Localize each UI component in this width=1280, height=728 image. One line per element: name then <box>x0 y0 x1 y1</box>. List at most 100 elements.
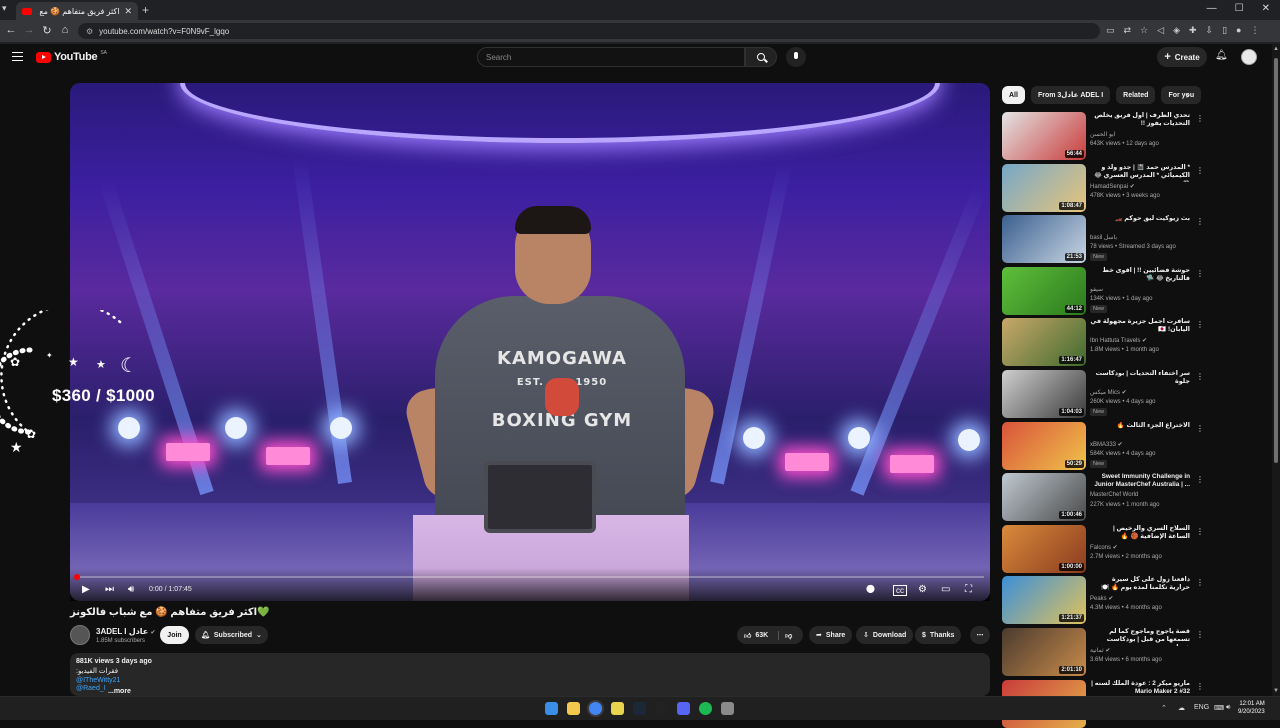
steam-icon[interactable] <box>633 702 646 715</box>
recommendation-channel[interactable]: MasterChef World <box>1090 492 1138 498</box>
notes-icon[interactable] <box>611 702 624 715</box>
more-options-icon[interactable]: ⋮ <box>1196 682 1204 691</box>
settings-gear-icon[interactable]: ⚙ <box>918 584 927 595</box>
more-options-icon[interactable]: ⋮ <box>1196 527 1204 536</box>
chip-from-channel[interactable]: From 3عادل ADEL I <box>1030 86 1111 104</box>
recommendation-channel[interactable]: Falcons ✔ <box>1090 544 1118 551</box>
recommendation-title[interactable]: سافرت أجمل جزيرة مجهولة في اليابان! 🇯🇵 <box>1090 318 1190 334</box>
recommendation-title[interactable]: * المدرس حمد 📓 | جدو ولد و الكيميائي * ا… <box>1090 164 1190 182</box>
more-options-icon[interactable]: ⋮ <box>1196 475 1204 484</box>
account-avatar[interactable] <box>1241 49 1257 65</box>
github-icon[interactable] <box>655 702 668 715</box>
cast-icon[interactable]: ▭ <box>1106 25 1115 36</box>
show-more-link[interactable]: ...more <box>108 688 131 695</box>
video-thumbnail[interactable]: 44:12 <box>1002 266 1086 315</box>
more-options-icon[interactable]: ⋮ <box>1196 578 1204 587</box>
recommendation-item[interactable]: 1:00:00 السلاح السري والرخيص | الساعة الإ… <box>1002 524 1272 573</box>
translate-icon[interactable]: ⇄ <box>1124 25 1132 36</box>
search-input[interactable]: Search <box>477 47 745 67</box>
recommendation-item[interactable]: 50:29 الاختراع الجزء الثالث 🔥 xBMA333 ✔ 584… <box>1002 421 1272 470</box>
more-actions-button[interactable]: ⋯ <box>970 626 990 644</box>
tab-close-icon[interactable]: ✕ <box>124 6 132 17</box>
recommendation-title[interactable]: تحدي الظرف | اول فريق يخلص التحديات يفوز… <box>1090 112 1190 128</box>
recommendation-title[interactable]: دافعنا زول على كل سيرة حرارية تكلمنا لمد… <box>1090 576 1190 592</box>
more-options-icon[interactable]: ⋮ <box>1196 320 1204 329</box>
recommendation-item[interactable]: 56:44 تحدي الظرف | اول فريق يخلص التحديات… <box>1002 112 1272 160</box>
recommendation-channel[interactable]: ثمانية ✔ <box>1090 647 1110 654</box>
recommendation-item[interactable]: 1:16:47 سافرت أجمل جزيرة مجهولة في اليابا… <box>1002 318 1272 367</box>
progress-bar[interactable] <box>74 574 984 580</box>
tab-search-icon[interactable]: ▾ <box>2 3 14 15</box>
more-options-icon[interactable]: ⋮ <box>1196 630 1204 639</box>
recommendation-channel[interactable]: basil باسل <box>1090 234 1117 241</box>
split-icon[interactable]: ▯ <box>1222 25 1227 36</box>
close-window-button[interactable]: ✕ <box>1262 3 1270 14</box>
search-button[interactable] <box>745 47 777 67</box>
notifications-bell-icon[interactable]: 🔔︎ <box>1215 50 1228 61</box>
video-thumbnail[interactable]: 50:29 <box>1002 421 1086 470</box>
video-thumbnail[interactable]: 1:04:03 <box>1002 370 1086 418</box>
more-options-icon[interactable]: ⋮ <box>1196 269 1204 278</box>
channel-avatar[interactable] <box>70 625 90 645</box>
join-button[interactable]: Join <box>160 626 189 644</box>
theater-mode-icon[interactable]: ▭ <box>941 584 950 595</box>
recommendation-title[interactable]: حوشة فضائيين !! | اقوى خط فالتاريخ 😂 🛸 <box>1090 267 1190 283</box>
recommendation-title[interactable]: سر اختفاء التحديات | بودكاست جلوة <box>1090 370 1190 386</box>
video-thumbnail[interactable]: 56:44 <box>1002 112 1086 160</box>
system-clock[interactable]: 12:01 AM 9/20/2023 <box>1238 700 1265 716</box>
play-icon[interactable]: ▶ <box>82 584 90 595</box>
recommendation-channel[interactable]: xBMA333 ✔ <box>1090 441 1123 448</box>
recommendation-item[interactable]: 2:01:10 قصة ياجوج وماجوج كما لم تسمعها من… <box>1002 628 1272 676</box>
more-options-icon[interactable]: ⋮ <box>1196 166 1204 175</box>
youtube-logo[interactable]: YouTube SA <box>36 50 107 63</box>
video-thumbnail[interactable]: 1:08:47 <box>1002 163 1086 212</box>
chip-for-you[interactable]: For you <box>1161 86 1202 104</box>
mute-icon[interactable]: ◁ <box>1157 25 1164 36</box>
more-options-icon[interactable]: ⋮ <box>1196 372 1204 381</box>
video-thumbnail[interactable]: 1:16:47 <box>1002 318 1086 367</box>
recommendation-channel[interactable]: ابو الحسن <box>1090 131 1115 138</box>
menu-icon[interactable] <box>12 52 23 61</box>
voice-search-icon[interactable] <box>786 47 806 67</box>
page-scrollbar[interactable]: ▲ ▼ <box>1272 44 1280 696</box>
video-thumbnail[interactable]: 21:53 <box>1002 215 1086 264</box>
scroll-down-icon[interactable]: ▼ <box>1273 688 1279 694</box>
scrollbar-thumb[interactable] <box>1274 58 1278 463</box>
tray-expand-icon[interactable]: ⌃ <box>1161 704 1167 712</box>
puzzle-icon[interactable]: ✚ <box>1189 25 1197 36</box>
site-info-icon[interactable]: ⚙ <box>86 27 93 36</box>
spotify-icon[interactable] <box>699 702 712 715</box>
home-icon[interactable]: ⌂ <box>58 24 72 36</box>
download-button[interactable]: ⇩ Download <box>856 626 914 644</box>
maximize-button[interactable]: ☐ <box>1235 3 1244 14</box>
discord-icon[interactable] <box>677 702 690 715</box>
chip-related[interactable]: Related <box>1116 86 1156 104</box>
channel-name[interactable]: 3ADEL I عادل ✔ <box>96 627 156 636</box>
file-explorer-icon[interactable] <box>567 702 580 715</box>
settings-icon[interactable] <box>721 702 734 715</box>
video-thumbnail[interactable]: 1:21:37 <box>1002 576 1086 625</box>
share-button[interactable]: ➦ Share <box>809 626 853 644</box>
more-options-icon[interactable]: ⋮ <box>1196 217 1204 226</box>
description-link[interactable]: @Raed_I <box>76 685 984 692</box>
recommendation-channel[interactable]: ميكس Mics ✔ <box>1090 389 1127 396</box>
browser-menu-icon[interactable]: ⋮ <box>1250 25 1259 36</box>
cloud-icon[interactable]: ☁ <box>1178 704 1185 712</box>
more-options-icon[interactable]: ⋮ <box>1196 424 1204 433</box>
recommendation-title[interactable]: Sweet Immunity Challenge in Junior Maste… <box>1090 473 1190 489</box>
network-icon[interactable]: ⌨ <box>1214 704 1224 712</box>
recommendation-item[interactable]: 1:08:47 * المدرس حمد 📓 | جدو ولد و الكيمي… <box>1002 163 1272 212</box>
back-arrow-icon[interactable]: ← <box>4 24 18 36</box>
recommendation-channel[interactable]: Peaks ✔ <box>1090 595 1113 602</box>
extension-icon[interactable]: ◈ <box>1173 25 1180 36</box>
captions-icon[interactable]: cc <box>893 585 907 596</box>
chip-all[interactable]: All <box>1002 86 1025 104</box>
recommendation-channel[interactable]: HamadSenpai ✔ <box>1090 183 1135 190</box>
windows-start-icon[interactable] <box>545 702 558 715</box>
more-options-icon[interactable]: ⋮ <box>1196 114 1204 123</box>
language-indicator[interactable]: ENG <box>1194 704 1209 711</box>
recommendation-item[interactable]: 1:21:37 دافعنا زول على كل سيرة حرارية تكل… <box>1002 576 1272 625</box>
bookmark-star-icon[interactable]: ☆ <box>1140 25 1148 36</box>
video-player[interactable]: KAMOGAWA EST. 1950 BOXING GYM <box>70 83 990 601</box>
fullscreen-icon[interactable]: ⛶ <box>965 584 972 595</box>
